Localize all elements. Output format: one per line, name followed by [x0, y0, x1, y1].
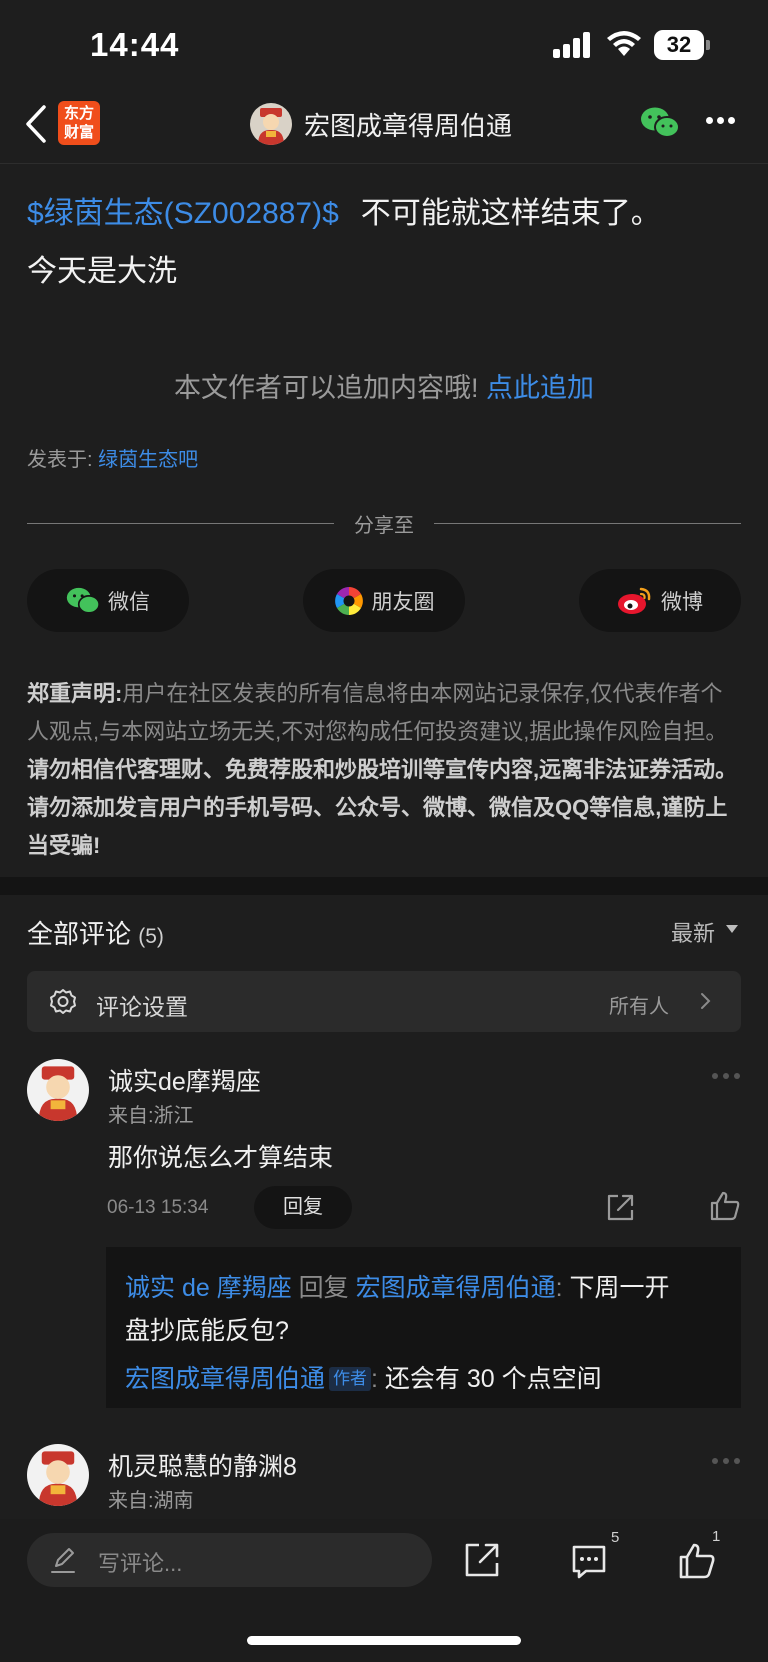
comment-count-badge: 5 [611, 1529, 620, 1546]
comment-more-icon[interactable] [712, 1458, 740, 1464]
like-icon[interactable] [709, 1190, 741, 1222]
author-badge: 作者 [329, 1367, 372, 1391]
share-label: 分享至 [354, 515, 414, 537]
share-wechat-button[interactable]: 微信 [27, 569, 189, 632]
caret-down-icon[interactable] [726, 925, 738, 933]
disclaimer-text: 用户在社区发表的所有信息将由本网站记录保存,仅代表作者个人观点,与本网站立场无关… [27, 681, 728, 744]
comment-more-icon[interactable] [712, 1073, 740, 1079]
share-moments-label: 朋友圈 [371, 590, 435, 614]
append-link[interactable]: 点此追加 [486, 373, 594, 403]
wechat-icon [66, 587, 100, 614]
reply-author-link[interactable]: 宏图成章得周伯通 [125, 1365, 325, 1393]
comment-text: 那你说怎么才算结束 [108, 1144, 334, 1172]
cellular-signal-icon [553, 32, 593, 58]
post-text-line1: $绿茵生态(SZ002887)$ 不可能就这样结束了。 [27, 188, 661, 232]
commenter-name[interactable]: 诚实de摩羯座 [108, 1062, 261, 1098]
commenter-avatar[interactable] [27, 1444, 89, 1506]
nav-divider [0, 163, 768, 164]
append-prompt-text: 本文作者可以追加内容哦! [173, 373, 479, 403]
share-moments-button[interactable]: 朋友圈 [303, 569, 465, 632]
reply-line: 诚实 de 摩羯座 回复 宏图成章得周伯通: 下周一开 [125, 1268, 670, 1304]
weibo-icon [618, 587, 651, 614]
wechat-share-icon[interactable] [640, 106, 680, 140]
comment-icon[interactable] [570, 1543, 608, 1581]
caishen-avatar-icon [38, 1451, 78, 1506]
like-icon[interactable] [678, 1542, 716, 1580]
home-indicator [247, 1636, 521, 1645]
reply-user-link[interactable]: 诚实 de 摩羯座 [125, 1274, 292, 1302]
disclaimer-warning: 请勿相信代客理财、免费荐股和炒股培训等宣传内容,远离非法证券活动。请勿添加发言用… [27, 757, 738, 858]
commenter-location: 来自:湖南 [108, 1490, 194, 1512]
comment-time: 06-13 15:34 [107, 1197, 209, 1218]
comments-header: 全部评论 (5) [27, 914, 164, 951]
disclaimer-title: 郑重声明: [27, 681, 123, 706]
reply-button[interactable]: 回复 [254, 1186, 352, 1229]
share-icon[interactable] [604, 1192, 636, 1224]
comments-title: 全部评论 [27, 919, 132, 949]
author-avatar[interactable] [250, 103, 292, 145]
wifi-icon [607, 31, 641, 56]
reply-colon: : [371, 1365, 378, 1393]
posted-in: 发表于: 绿茵生态吧 [27, 443, 198, 472]
share-weibo-label: 微博 [661, 590, 703, 614]
back-arrow-icon[interactable] [24, 104, 48, 144]
commenter-name[interactable]: 机灵聪慧的静渊8 [108, 1447, 297, 1483]
posted-label: 发表于: [27, 449, 93, 471]
reply-colon: : [555, 1274, 563, 1302]
share-divider-left [27, 523, 334, 524]
section-separator [0, 877, 768, 895]
post-text: 不可能就这样结束了。 [360, 197, 661, 230]
more-options-icon[interactable] [706, 117, 738, 127]
reply-target-link[interactable]: 宏图成章得周伯通 [356, 1274, 556, 1302]
comment-settings-value: 所有人 [609, 996, 669, 1018]
chevron-right-icon [701, 993, 711, 1009]
pen-icon [51, 1548, 75, 1573]
commenter-avatar[interactable] [27, 1059, 89, 1121]
reply-line: 宏图成章得周伯通 作者: 还会有 30 个点空间 [125, 1359, 602, 1395]
eastmoney-logo[interactable]: 东方 财富 [58, 101, 100, 145]
reply-text-continued: 盘抄底能反包? [125, 1317, 289, 1345]
post-text-line2: 今天是大洗 [27, 255, 177, 288]
caishen-avatar-icon [38, 1066, 78, 1121]
reply-text: 下周一开 [569, 1274, 670, 1302]
page-title[interactable]: 宏图成章得周伯通 [304, 106, 512, 143]
caishen-avatar-icon [258, 108, 284, 145]
comment-settings-label: 评论设置 [96, 994, 188, 1020]
share-weibo-button[interactable]: 微博 [579, 569, 741, 632]
share-divider-right [434, 523, 741, 524]
comments-count: (5) [138, 925, 164, 948]
share-wechat-label: 微信 [108, 590, 150, 614]
comment-input[interactable] [27, 1533, 432, 1587]
stock-tag-link[interactable]: $绿茵生态(SZ002887)$ [27, 197, 339, 230]
board-link[interactable]: 绿茵生态吧 [98, 449, 198, 471]
moments-icon [334, 586, 363, 615]
append-prompt: 本文作者可以追加内容哦! 点此追加 [0, 366, 768, 405]
disclaimer: 郑重声明:用户在社区发表的所有信息将由本网站记录保存,仅代表作者个人观点,与本网… [27, 675, 741, 865]
sort-dropdown[interactable]: 最新 [671, 916, 715, 948]
gear-icon [50, 989, 76, 1014]
commenter-location: 来自:浙江 [108, 1105, 194, 1127]
share-icon[interactable] [463, 1541, 501, 1579]
reply-text: 还会有 30 个点空间 [384, 1365, 602, 1393]
comment-input-placeholder[interactable]: 写评论... [98, 1546, 182, 1578]
reply-verb: 回复 [298, 1274, 349, 1302]
like-count-badge: 1 [712, 1528, 721, 1545]
status-time: 14:44 [90, 26, 180, 63]
battery-icon: 32 [654, 30, 710, 60]
battery-level: 32 [654, 30, 704, 60]
